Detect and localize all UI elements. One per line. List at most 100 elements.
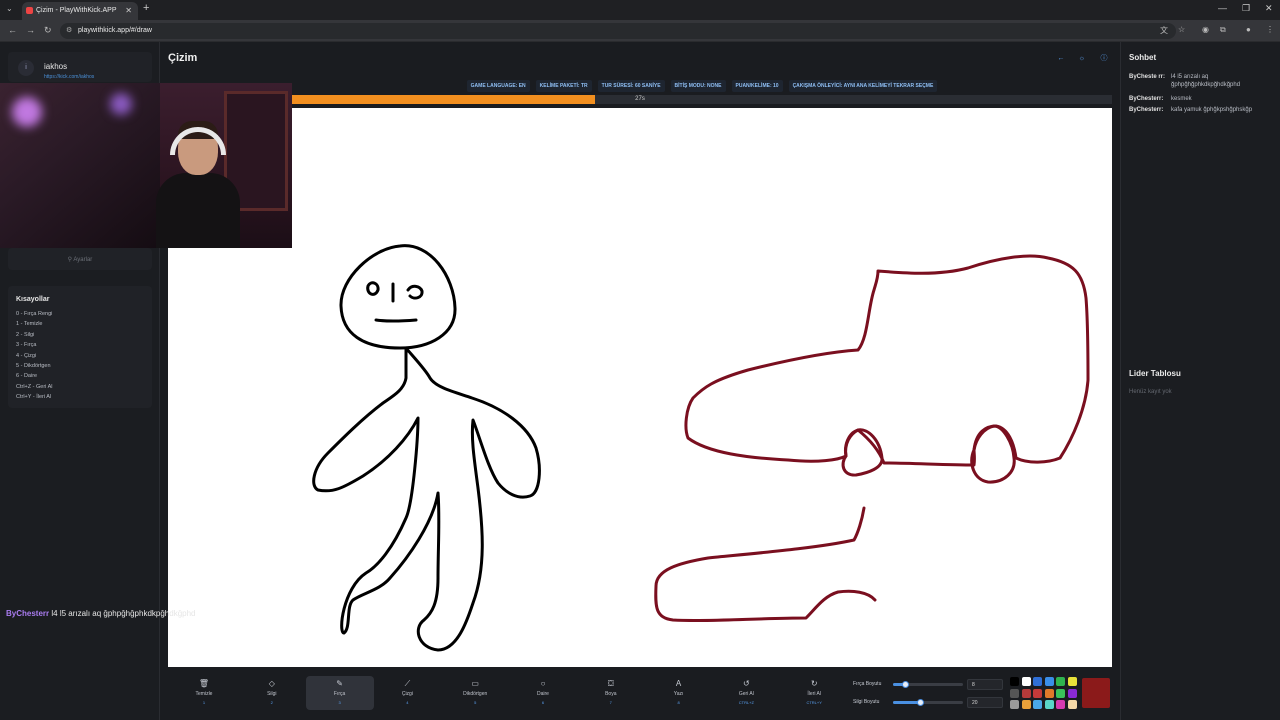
canvas-drawing bbox=[312, 244, 1090, 652]
tool-label: Daire bbox=[537, 691, 549, 697]
back-arrow-icon[interactable]: ← bbox=[1055, 53, 1067, 65]
color-palette bbox=[1010, 677, 1080, 711]
settings-label: Ayarlar bbox=[73, 257, 93, 263]
shortcut-item: Ctrl+Z - Geri Al bbox=[16, 383, 53, 390]
tool-redo-button[interactable]: ↻ İleri Al CTRL+Y bbox=[780, 676, 848, 710]
tool-line-button[interactable]: ⟋ Çizgi 4 bbox=[373, 676, 441, 710]
chat-message: ByCheste rr: l4 l5 arızalı aq ğphpğhğphk… bbox=[1129, 73, 1277, 91]
color-swatch[interactable] bbox=[1010, 677, 1019, 686]
trash-icon: 🗑 bbox=[198, 679, 210, 688]
eraser-size-fill bbox=[893, 701, 920, 704]
tool-circle-button[interactable]: ○ Daire 6 bbox=[509, 676, 577, 710]
tab-search-icon[interactable]: ⌄ bbox=[6, 4, 13, 13]
color-swatch[interactable] bbox=[1021, 700, 1031, 709]
tool-label: Fırça bbox=[333, 691, 346, 697]
theme-toggle-icon[interactable]: ☼ bbox=[1076, 53, 1088, 65]
settings-chip: GAME LANGUAGE: EN bbox=[466, 80, 530, 92]
color-swatch[interactable] bbox=[1021, 688, 1031, 698]
color-swatch[interactable] bbox=[1021, 677, 1031, 686]
new-tab-icon[interactable]: + bbox=[143, 2, 149, 14]
eraser-size-slider[interactable] bbox=[893, 699, 963, 706]
tool-bucket-button[interactable]: ⛋ Boya 7 bbox=[577, 676, 645, 710]
site-info-icon[interactable]: ⚙ bbox=[66, 26, 72, 34]
color-swatch[interactable] bbox=[1033, 677, 1042, 686]
brush-size-label: Fırça Boyutu bbox=[853, 681, 882, 687]
settings-chip: PUAN/KELİME: 10 bbox=[731, 80, 783, 92]
maximize-icon[interactable]: ❐ bbox=[1242, 3, 1250, 14]
leaderboard-title: Lider Tablosu bbox=[1129, 369, 1181, 378]
current-color-swatch[interactable] bbox=[1082, 678, 1110, 708]
chat-username: ByChesterr: bbox=[1129, 96, 1164, 102]
streamer-figure bbox=[156, 121, 240, 248]
forward-icon[interactable]: → bbox=[26, 25, 35, 35]
color-swatch[interactable] bbox=[1010, 700, 1019, 709]
shortcut-item: 2 - Silgi bbox=[16, 331, 35, 338]
tool-label: Yazı bbox=[673, 691, 684, 697]
info-icon[interactable]: ⓘ bbox=[1098, 53, 1110, 65]
streamer-body bbox=[156, 173, 240, 248]
chat-text: kesmek bbox=[1171, 96, 1192, 102]
sketch-drawing bbox=[654, 506, 877, 623]
chat-text: l4 l5 arızalı aq ğphpğhğphkdkpğhdkğphd bbox=[1171, 74, 1241, 88]
brush-icon: ✎ bbox=[336, 679, 343, 688]
shortcut-item: 0 - Fırça Rengi bbox=[16, 311, 53, 317]
color-swatch[interactable] bbox=[1067, 688, 1077, 698]
brush-size-slider[interactable] bbox=[893, 681, 963, 688]
color-swatch[interactable] bbox=[1044, 677, 1054, 686]
user-profile-link[interactable]: https://kick.com/iakhos bbox=[44, 74, 94, 80]
tool-brush-button[interactable]: ✎ Fırça 3 bbox=[305, 676, 374, 710]
eraser-size-input[interactable]: 20 bbox=[967, 697, 1003, 708]
webcam-light bbox=[12, 97, 42, 127]
webcam-overlay bbox=[0, 83, 292, 248]
favicon-icon bbox=[26, 7, 33, 14]
extension-icon[interactable]: ◉ bbox=[1202, 25, 1209, 34]
color-swatch[interactable] bbox=[1010, 688, 1019, 698]
minimize-icon[interactable]: — bbox=[1218, 3, 1227, 13]
shortcut-item: 4 - Çizgi bbox=[16, 352, 37, 359]
translate-icon[interactable]: 文 bbox=[1160, 25, 1168, 36]
color-swatch[interactable] bbox=[1033, 700, 1042, 709]
user-card: i iakhos https://kick.com/iakhos bbox=[8, 52, 152, 82]
browser-tab-strip: ⌄ Çizim - PlayWithKick.APP ✕ + — ❐ ✕ bbox=[0, 0, 1280, 20]
color-swatch[interactable] bbox=[1056, 677, 1065, 686]
tool-label: Çizgi bbox=[401, 691, 413, 697]
tool-undo-button[interactable]: ↺ Geri Al CTRL+Z bbox=[712, 676, 780, 710]
puzzle-icon[interactable]: ⧉ bbox=[1220, 25, 1226, 35]
color-swatch[interactable] bbox=[1067, 700, 1077, 709]
avatar: i bbox=[18, 60, 34, 76]
window-close-icon[interactable]: ✕ bbox=[1265, 3, 1273, 14]
tool-rectangle-button[interactable]: ▭ Dikdörtgen 5 bbox=[441, 676, 509, 710]
url-field[interactable]: ⚙ playwithkick.app/#/draw bbox=[60, 23, 1176, 39]
tool-trash-button[interactable]: 🗑 Temizle 1 bbox=[170, 676, 238, 710]
tool-text-button[interactable]: A Yazı 8 bbox=[645, 676, 713, 710]
browser-tab[interactable]: Çizim - PlayWithKick.APP ✕ bbox=[22, 2, 138, 20]
shortcut-item: 6 - Daire bbox=[16, 373, 38, 380]
settings-button[interactable]: ⚲ Ayarlar bbox=[8, 248, 152, 270]
webcam-light bbox=[110, 93, 132, 115]
brush-size-knob[interactable] bbox=[902, 681, 909, 688]
tab-close-icon[interactable]: ✕ bbox=[125, 6, 132, 15]
tool-shortcut-key: 2 bbox=[270, 700, 273, 705]
color-swatch[interactable] bbox=[1044, 700, 1054, 709]
reload-icon[interactable]: ↻ bbox=[44, 25, 52, 36]
back-icon[interactable]: ← bbox=[8, 25, 17, 35]
color-swatch[interactable] bbox=[1056, 700, 1065, 709]
color-swatch[interactable] bbox=[1044, 688, 1054, 698]
eraser-size-knob[interactable] bbox=[917, 699, 924, 706]
car-drawing bbox=[684, 254, 1090, 484]
brush-size-input[interactable]: 8 bbox=[967, 679, 1003, 690]
chat-text: kafa yamuk ğphğkpshğphskğp bbox=[1171, 107, 1253, 113]
profile-icon[interactable]: ● bbox=[1246, 25, 1251, 34]
color-swatch[interactable] bbox=[1067, 677, 1077, 686]
menu-icon[interactable]: ⋮ bbox=[1266, 25, 1274, 34]
shortcuts-title: Kısayollar bbox=[16, 296, 50, 303]
color-swatch[interactable] bbox=[1056, 688, 1065, 698]
shortcuts-panel: Kısayollar 0 - Fırça Rengi 1 - Temizle 2… bbox=[8, 286, 152, 408]
circle-icon: ○ bbox=[540, 679, 546, 688]
shortcut-item: 5 - Dikdörtgen bbox=[16, 363, 51, 370]
text-icon: A bbox=[675, 679, 682, 688]
color-swatch[interactable] bbox=[1033, 688, 1042, 698]
tool-eraser-button[interactable]: ◇ Silgi 2 bbox=[238, 676, 306, 710]
bookmark-star-icon[interactable]: ☆ bbox=[1178, 25, 1185, 34]
drawing-canvas[interactable] bbox=[168, 108, 1112, 667]
